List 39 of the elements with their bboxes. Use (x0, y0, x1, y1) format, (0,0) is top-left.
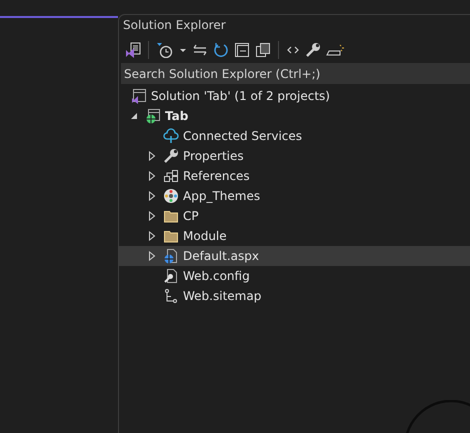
tree-item[interactable]: Tab (119, 106, 470, 126)
tree-item[interactable]: Connected Services (119, 126, 470, 146)
wrench-icon (163, 148, 179, 164)
switch-views-icon[interactable] (125, 42, 141, 58)
preview-icon[interactable] (326, 42, 344, 58)
expand-arrow-icon[interactable] (148, 231, 156, 241)
folder-icon (163, 208, 179, 224)
references-icon (163, 168, 179, 184)
expand-arrow-icon[interactable] (148, 251, 156, 261)
tree-item[interactable]: Module (119, 226, 470, 246)
tree-item[interactable]: Web.sitemap (119, 286, 470, 306)
solution-icon (131, 88, 147, 104)
search-field[interactable]: Search Solution Explorer (Ctrl+;) (121, 63, 470, 84)
properties-icon[interactable] (305, 42, 321, 58)
collapse-arrow-icon[interactable] (130, 112, 138, 120)
tree-item[interactable]: App_Themes (119, 186, 470, 206)
sync-icon[interactable] (192, 42, 208, 58)
folder-icon (163, 228, 179, 244)
tree-item[interactable]: CP (119, 206, 470, 226)
tree-item[interactable]: Default.aspx (119, 246, 470, 266)
copies-icon[interactable] (255, 42, 271, 58)
themes-icon (163, 188, 179, 204)
webpage-icon (163, 248, 179, 264)
tree-item[interactable]: Web.config (119, 266, 470, 286)
expand-arrow-icon[interactable] (148, 191, 156, 201)
panel-title: Solution Explorer (122, 17, 227, 34)
expand-arrow-icon[interactable] (148, 171, 156, 181)
tree-item[interactable]: References (119, 166, 470, 186)
collapse-icon[interactable] (234, 42, 250, 58)
tree-item[interactable]: Properties (119, 146, 470, 166)
config-icon (163, 268, 179, 284)
history-icon[interactable] (156, 42, 174, 58)
expand-arrow-icon[interactable] (148, 211, 156, 221)
sitemap-icon (163, 288, 179, 304)
cloud-icon (163, 128, 179, 144)
project-icon (145, 108, 161, 124)
tree-item[interactable]: Solution 'Tab' (1 of 2 projects) (119, 86, 470, 106)
refresh-icon[interactable] (213, 42, 229, 58)
expand-arrow-icon[interactable] (148, 151, 156, 161)
